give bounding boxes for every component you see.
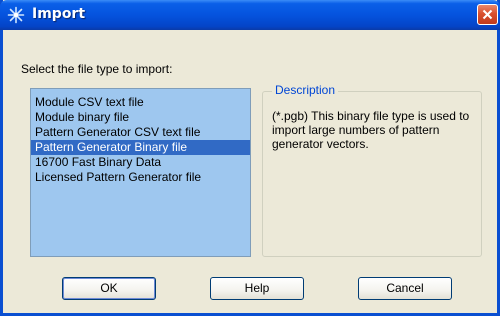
file-type-prompt: Select the file type to import: xyxy=(21,62,173,76)
file-type-item[interactable]: Module CSV text file xyxy=(31,95,250,110)
close-icon xyxy=(482,9,493,20)
ok-button[interactable]: OK xyxy=(62,277,156,300)
import-app-icon xyxy=(7,6,25,24)
description-text: (*.pgb) This binary file type is used to… xyxy=(272,109,470,151)
file-type-item[interactable]: Pattern Generator CSV text file xyxy=(31,125,250,140)
file-type-item-selected[interactable]: Pattern Generator Binary file xyxy=(31,140,250,155)
close-button[interactable] xyxy=(477,4,498,25)
file-type-item[interactable]: 16700 Fast Binary Data xyxy=(31,155,250,170)
file-type-listbox[interactable]: Module CSV text file Module binary file … xyxy=(30,88,251,257)
help-button[interactable]: Help xyxy=(210,277,304,300)
file-type-item[interactable]: Licensed Pattern Generator file xyxy=(31,170,250,185)
description-heading: Description xyxy=(272,83,339,97)
description-group: Description (*.pgb) This binary file typ… xyxy=(262,83,482,257)
file-type-item[interactable]: Module binary file xyxy=(31,110,250,125)
cancel-button[interactable]: Cancel xyxy=(358,277,452,300)
import-dialog: Import Select the file type to import: M… xyxy=(0,0,500,316)
title-bar[interactable]: Import xyxy=(0,0,500,30)
window-title: Import xyxy=(32,6,86,22)
